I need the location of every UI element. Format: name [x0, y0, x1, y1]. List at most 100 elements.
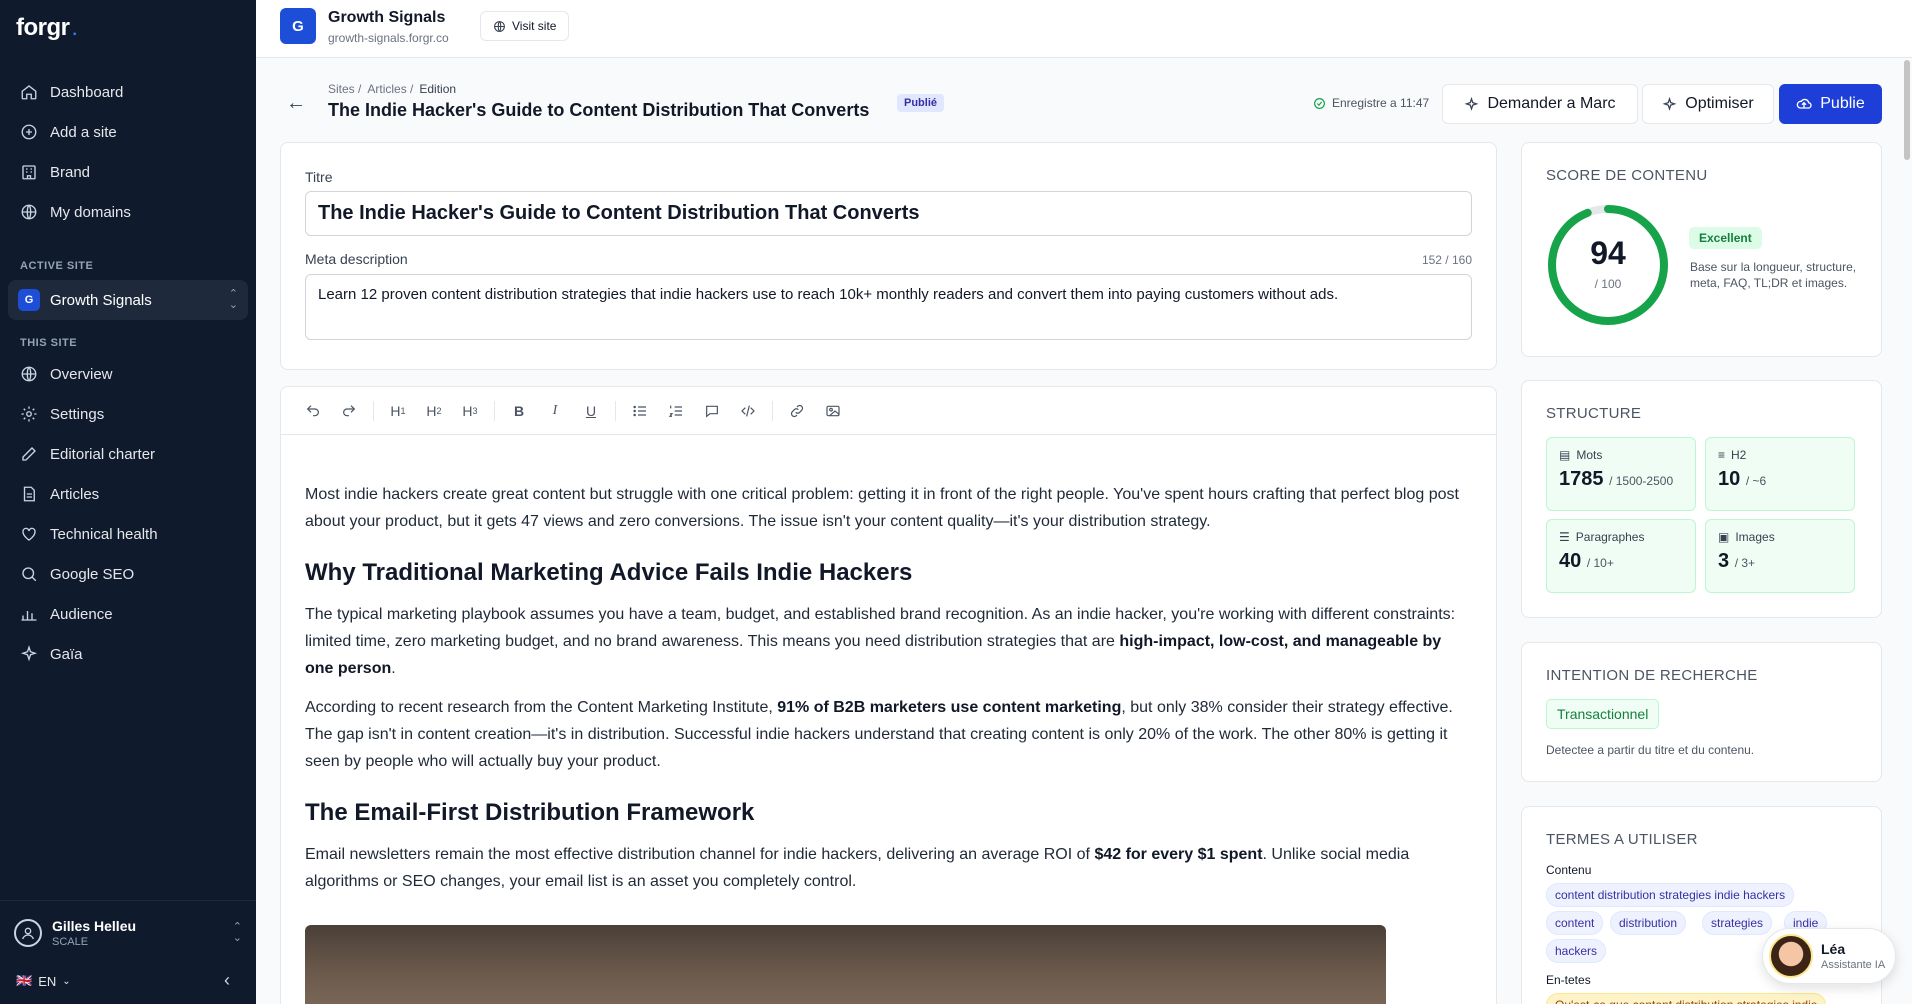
assistant-role: Assistante IA	[1821, 959, 1886, 971]
sparkle-icon	[20, 645, 38, 662]
image-icon[interactable]	[815, 395, 851, 427]
term-chip[interactable]: content distribution strategies indie ha…	[1546, 883, 1795, 907]
site-badge: G	[18, 289, 40, 311]
nav-gaia[interactable]: Gaïa	[8, 636, 248, 672]
flag-icon: 🇬🇧	[16, 973, 33, 988]
nav-my-domains[interactable]: My domains	[8, 194, 248, 230]
cloud-upload-icon	[1796, 98, 1812, 109]
image-icon: ▣	[1718, 530, 1730, 544]
active-site-label: ACTIVE SITE	[20, 260, 94, 272]
numbered-list-icon[interactable]	[658, 395, 694, 427]
meta-description-counter: 152 / 160	[1421, 253, 1472, 267]
page-scrollbar[interactable]	[1904, 60, 1910, 160]
paragraph: Email newsletters remain the most effect…	[305, 846, 1410, 890]
breadcrumb-sites[interactable]: Sites /	[328, 82, 361, 96]
score-value: 94	[1590, 235, 1626, 271]
stat-paragraphs: ☰ Paragraphes 40 / 10+	[1546, 519, 1696, 593]
term-chip[interactable]: strategies	[1702, 911, 1773, 935]
language-selector[interactable]: 🇬🇧 EN ⌄	[16, 973, 71, 989]
term-chip[interactable]: distribution	[1610, 911, 1687, 935]
globe-icon	[21, 204, 37, 220]
nav-brand[interactable]: Brand	[8, 154, 248, 190]
site-name: Growth Signals	[328, 9, 446, 26]
nav-label: Technical health	[50, 525, 158, 543]
ask-marc-button[interactable]: Demander a Marc	[1442, 84, 1638, 124]
pencil-icon	[22, 447, 36, 461]
term-chip[interactable]: content	[1546, 911, 1604, 935]
user-name: Gilles Helleu	[52, 917, 137, 934]
structure-card: STRUCTURE ▤ Mots 1785 / 1500-2500 ≡ H2 10 …	[1521, 380, 1882, 618]
heading3-icon[interactable]: H3	[452, 395, 488, 427]
meta-description-field[interactable]: Learn 12 proven content distribution str…	[305, 274, 1472, 340]
toolbar-divider	[615, 400, 616, 421]
nav-overview[interactable]: Overview	[8, 356, 248, 392]
nav-label: Google SEO	[50, 565, 135, 583]
nav-dashboard[interactable]: Dashboard	[8, 74, 248, 110]
assistant-avatar	[1769, 934, 1813, 978]
breadcrumb-current: Edition	[419, 82, 457, 96]
meta-card: Titre The Indie Hacker's Guide to Conten…	[280, 142, 1497, 370]
nav-technical-health[interactable]: Technical health	[8, 516, 248, 552]
lines-icon: ≡	[1718, 448, 1726, 462]
nav-label: Settings	[50, 405, 105, 423]
nav-add-site[interactable]: Add a site	[8, 114, 248, 150]
heading1-icon[interactable]: H1	[380, 395, 416, 427]
nav-articles[interactable]: Articles	[8, 476, 248, 512]
visit-site-button[interactable]: Visit site	[480, 11, 570, 41]
article-image[interactable]	[305, 925, 1386, 1004]
nav-label: Brand	[50, 163, 91, 181]
title-input[interactable]: The Indie Hacker's Guide to Content Dist…	[305, 191, 1472, 236]
assistant-name: Léa	[1821, 941, 1846, 957]
site-logo: G	[280, 8, 316, 44]
nav-google-seo[interactable]: Google SEO	[8, 556, 248, 592]
back-arrow-icon[interactable]: ←	[286, 92, 306, 115]
ai-assistant-button[interactable]: Léa Assistante IA	[1762, 928, 1896, 984]
code-icon[interactable]	[730, 395, 766, 427]
header-terms-label: En-tetes	[1546, 973, 1591, 987]
nav-label: Editorial charter	[50, 445, 156, 463]
page-title: The Indie Hacker's Guide to Content Dist…	[328, 100, 870, 120]
heart-icon	[22, 527, 36, 541]
heading2-icon[interactable]: H2	[416, 395, 452, 427]
app-logo[interactable]: forgr.	[16, 14, 77, 42]
optimize-button[interactable]: Optimiser	[1642, 84, 1774, 124]
globe-icon	[21, 366, 37, 382]
redo-icon[interactable]	[331, 395, 367, 427]
toolbar-divider	[373, 400, 374, 421]
nav-editorial-charter[interactable]: Editorial charter	[8, 436, 248, 472]
user-menu[interactable]: Gilles Helleu SCALE ⌃ ⌄	[0, 900, 256, 964]
heading-2: The Email-First Distribution Framework	[305, 799, 755, 826]
bold-icon[interactable]: B	[501, 395, 537, 427]
bullet-list-icon[interactable]	[622, 395, 658, 427]
term-chip[interactable]: hackers	[1546, 939, 1607, 963]
link-icon[interactable]	[779, 395, 815, 427]
underline-icon[interactable]: U	[573, 395, 609, 427]
nav-audience[interactable]: Audience	[8, 596, 248, 632]
publish-button[interactable]: Publie	[1779, 84, 1882, 124]
active-site-selector[interactable]: G Growth Signals ⌃ ⌄	[8, 280, 248, 320]
heading-2: Why Traditional Marketing Advice Fails I…	[305, 559, 913, 586]
editor-card: H1 H2 H3 B I U Most indie hackers create…	[280, 386, 1497, 1004]
breadcrumb: Sites / Articles / Edition	[328, 82, 456, 96]
score-badge: Excellent	[1689, 227, 1762, 249]
sparkle-icon	[1464, 96, 1479, 111]
term-chip[interactable]: Qu'est-ce que content distribution strat…	[1546, 993, 1827, 1004]
home-icon	[21, 85, 37, 100]
stat-words: ▤ Mots 1785 / 1500-2500	[1546, 437, 1696, 511]
undo-icon[interactable]	[295, 395, 331, 427]
gear-icon	[21, 406, 37, 422]
user-avatar-icon	[14, 918, 42, 947]
breadcrumb-articles[interactable]: Articles /	[367, 82, 413, 96]
nav-label: Overview	[50, 365, 113, 383]
sparkle-icon	[1662, 96, 1677, 111]
italic-icon[interactable]: I	[537, 395, 573, 427]
nav-label: Audience	[50, 605, 113, 623]
chevron-down-icon: ⌄	[62, 975, 71, 987]
nav-label: Gaïa	[50, 645, 83, 663]
article-body[interactable]: Most indie hackers create great content …	[305, 481, 1472, 907]
content-terms-label: Contenu	[1546, 863, 1592, 877]
collapse-sidebar-icon[interactable]: ‹	[224, 970, 230, 991]
quote-icon[interactable]	[694, 395, 730, 427]
nav-settings[interactable]: Settings	[8, 396, 248, 432]
nav-label: Dashboard	[50, 83, 124, 101]
